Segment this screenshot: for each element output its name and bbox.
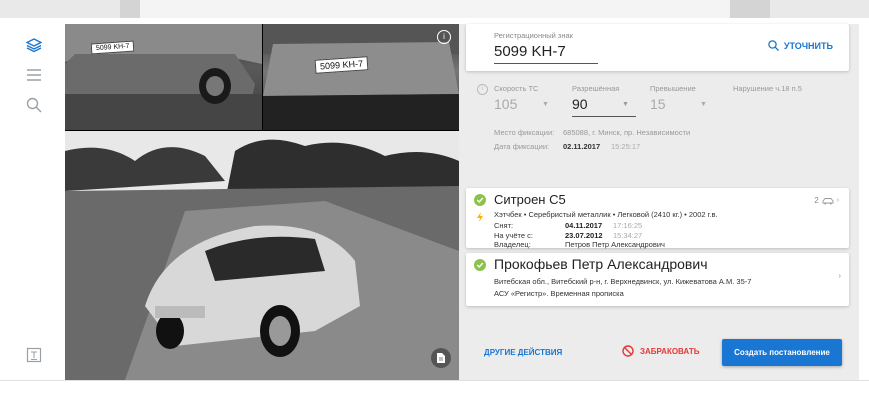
allowed-select[interactable]: 90 ▼ — [572, 96, 636, 117]
speed-label: Скорость ТС — [494, 84, 539, 93]
date-label: Дата фиксации: — [494, 142, 550, 151]
photo-plate-closeup-left[interactable]: 5099 KH-7 — [65, 24, 262, 130]
place-value: 685088, г. Минск, пр. Независимости — [563, 128, 691, 137]
refine-button[interactable]: УТОЧНИТЬ — [768, 40, 833, 51]
allowed-label: Разрешённая — [572, 84, 620, 93]
reject-button[interactable]: ЗАБРАКОВАТЬ — [622, 345, 699, 357]
excess-label: Превышение — [650, 84, 696, 93]
photo-main[interactable] — [65, 131, 459, 380]
person-name: Прокофьев Петр Александрович — [494, 256, 708, 272]
chevron-down-icon: ▼ — [542, 101, 549, 108]
sidebar — [9, 18, 57, 380]
chevron-right-icon: › — [836, 197, 839, 204]
create-decision-button[interactable]: Создать постановление — [722, 339, 842, 366]
owner-value: Петров Петр Александрович — [565, 240, 665, 249]
background-panel — [730, 0, 770, 18]
allowed-value: 90 — [572, 96, 588, 112]
background-panel — [140, 0, 730, 18]
photo-plate-closeup-right[interactable]: 5099 KH-7 i — [263, 24, 459, 130]
removed-time: 17:16:25 — [613, 221, 643, 230]
place-label: Место фиксации: — [494, 128, 555, 137]
excess-select: 15 ▼ — [650, 96, 710, 114]
text-box-icon[interactable] — [25, 346, 43, 364]
registered-label: На учёте с: — [494, 231, 533, 240]
plate-underline — [494, 63, 598, 64]
speed-select: 105 ▼ — [494, 96, 552, 114]
refine-label: УТОЧНИТЬ — [783, 40, 833, 51]
excess-value: 15 — [650, 96, 666, 112]
person-card[interactable]: Прокофьев Петр Александрович Витебская о… — [466, 253, 849, 306]
removed-date: 04.11.2017 — [565, 221, 603, 230]
chevron-right-icon: › — [838, 271, 841, 280]
menu-icon[interactable] — [25, 66, 43, 84]
bottom-strip — [0, 380, 869, 399]
violation-label: Нарушение ч.18 п.5 — [733, 84, 802, 93]
time-value: 15:25:17 — [611, 142, 641, 151]
vehicle-card[interactable]: Ситроен С5 2 › Хэтчбек • Серебристый мет… — [466, 188, 849, 248]
document-icon[interactable] — [431, 348, 451, 368]
info-icon[interactable]: i — [437, 30, 451, 44]
check-circle-icon — [474, 194, 486, 206]
info-circle-icon: i — [477, 84, 488, 95]
check-circle-icon — [474, 259, 486, 271]
allowed-underline — [572, 116, 636, 117]
person-registry: АСУ «Регистр». Временная прописка — [494, 289, 624, 298]
reject-label: ЗАБРАКОВАТЬ — [640, 346, 700, 356]
lightning-icon — [476, 209, 484, 227]
date-value: 02.11.2017 — [563, 142, 601, 151]
vehicle-title: Ситроен С5 — [494, 192, 566, 207]
plate-value[interactable]: 5099 KH-7 — [494, 43, 566, 60]
owner-label: Владелец: — [494, 240, 531, 249]
plate-card: Регистрационный знак 5099 KH-7 УТОЧНИТЬ — [466, 24, 849, 71]
search-icon[interactable] — [25, 96, 43, 114]
search-icon — [768, 40, 779, 51]
vehicle-count[interactable]: 2 › — [814, 196, 839, 205]
vehicle-count-value: 2 — [814, 196, 819, 205]
background-window-strip — [0, 0, 869, 18]
chevron-down-icon: ▼ — [700, 101, 707, 108]
chevron-down-icon: ▼ — [622, 101, 629, 108]
details-panel: Регистрационный знак 5099 KH-7 УТОЧНИТЬ … — [459, 24, 859, 380]
speed-value: 105 — [494, 96, 518, 112]
background-panel — [120, 0, 140, 18]
registered-date: 23.07.2012 — [565, 231, 603, 240]
car-icon — [822, 197, 834, 204]
removed-label: Снят: — [494, 221, 514, 230]
vehicle-desc: Хэтчбек • Серебристый металлик • Легково… — [494, 210, 718, 219]
plate-label: Регистрационный знак — [494, 31, 573, 40]
registered-time: 15:34:27 — [613, 231, 643, 240]
person-address: Витебская обл., Витебский р-н, г. Верхне… — [494, 277, 752, 286]
other-actions-button[interactable]: ДРУГИЕ ДЕЙСТВИЯ — [484, 348, 562, 357]
block-icon — [622, 345, 634, 357]
photo-panel: 5099 KH-7 5099 KH-7 i — [65, 24, 459, 380]
layers-icon[interactable] — [25, 36, 43, 54]
